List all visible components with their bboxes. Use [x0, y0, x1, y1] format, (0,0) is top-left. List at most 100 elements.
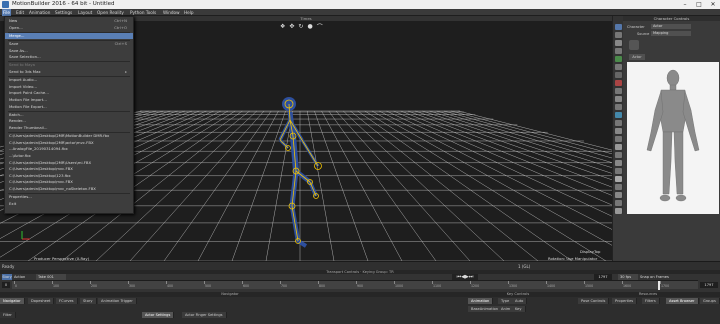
file-menu-item-label: C:\Users\admin\Desktop\123.fbx: [9, 172, 71, 178]
file-menu-item[interactable]: New Ctrl+N: [5, 18, 133, 24]
shortcut-label: Ctrl+S: [114, 41, 127, 46]
file-menu-item[interactable]: Save Selection...: [5, 54, 133, 60]
resources-tab[interactable]: Filters: [642, 298, 660, 304]
file-menu-item: Send to Maya: [5, 62, 133, 68]
file-menu-item[interactable]: C:\Users\admin\Desktop\2MR\Users\mi.FBX: [5, 160, 133, 166]
settings-tab[interactable]: Actor Settings: [142, 312, 175, 318]
key-controls-tab[interactable]: Type: [498, 298, 514, 304]
file-menu-item[interactable]: C:\Users\admin\Desktop\123.fbx: [5, 173, 133, 179]
file-menu-item[interactable]: C:\Users\admin\Desktop\mvc_noSkeleton.FB…: [5, 186, 133, 192]
character-tool-icon[interactable]: [615, 48, 622, 54]
file-menu-item[interactable]: Import Video...: [5, 84, 133, 90]
character-tool-icon[interactable]: [615, 144, 622, 150]
character-tool-icon[interactable]: [615, 80, 622, 86]
character-tool-icon[interactable]: [615, 112, 622, 118]
menu-help[interactable]: Help: [184, 9, 194, 16]
character-tool-icon[interactable]: [615, 88, 622, 94]
character-tool-icon[interactable]: [615, 56, 622, 62]
character-tool-icon[interactable]: [615, 32, 622, 38]
menu-layout[interactable]: Layout: [78, 9, 92, 16]
file-menu-item[interactable]: Properties...: [5, 194, 133, 200]
file-menu-item[interactable]: C:\Users\admin\Desktop\2MR\actor\mvc.FBX: [5, 140, 133, 146]
character-tool-icon[interactable]: [615, 184, 622, 190]
source-dropdown[interactable]: Mapping: [651, 31, 691, 36]
character-dropdown[interactable]: Actor: [651, 24, 691, 29]
file-menu-item[interactable]: Merge...: [5, 32, 133, 39]
character-tool-icon[interactable]: [615, 72, 622, 78]
character-tool-icon[interactable]: [615, 24, 622, 30]
navigator-tab[interactable]: Navigator: [0, 298, 25, 304]
file-menu-item[interactable]: ...AnalogFile_20190314094.fbx: [5, 146, 133, 152]
menu-file[interactable]: File: [2, 9, 12, 16]
file-menu-item[interactable]: Exit: [5, 201, 133, 207]
file-menu-item[interactable]: Open... Ctrl+O: [5, 25, 133, 31]
close-button[interactable]: ✕: [706, 0, 720, 9]
character-tool-icon[interactable]: [615, 168, 622, 174]
file-menu-item[interactable]: Render...: [5, 118, 133, 124]
resources-tab[interactable]: Pose Controls: [578, 298, 610, 304]
key-controls-tab[interactable]: Auto: [512, 298, 528, 304]
character-tool-icon[interactable]: [615, 208, 622, 214]
file-menu-item-label: C:\Users\admin\Desktop\mvc.FBX: [9, 179, 73, 185]
navigator-tab[interactable]: Animation Trigger: [98, 298, 137, 304]
timeline-tick-label: 1100: [433, 284, 442, 288]
story-mode-toggle[interactable]: Story: [2, 274, 12, 280]
menu-open-reality[interactable]: Open Reality: [97, 9, 124, 16]
end-frame-field[interactable]: 1797: [700, 282, 718, 288]
navigator-tab[interactable]: FCurves: [56, 298, 78, 304]
character-tool-icon[interactable]: [615, 200, 622, 206]
menu-settings[interactable]: Settings: [55, 9, 72, 16]
menu-edit[interactable]: Edit: [16, 9, 24, 16]
character-tool-icon[interactable]: [615, 120, 622, 126]
playhead[interactable]: [658, 281, 660, 290]
resources-tab[interactable]: Properties: [612, 298, 638, 304]
character-tool-icon[interactable]: [615, 96, 622, 102]
file-menu-item[interactable]: Import Audio...: [5, 77, 133, 83]
shortcut-label: Ctrl+O: [114, 24, 127, 30]
navigator-tab[interactable]: Story: [80, 298, 97, 304]
character-tool-icon[interactable]: [615, 192, 622, 198]
character-tool-icon[interactable]: [615, 104, 622, 110]
navigator-tab[interactable]: Dopesheet: [28, 298, 55, 304]
file-menu-item[interactable]: Send to 3ds Max ▸: [5, 69, 133, 75]
title-bar: MotionBuilder 2016 - 64 bit - Untitled –…: [0, 0, 720, 9]
maximize-button[interactable]: □: [692, 0, 706, 9]
timeline-ruler[interactable]: 0 100 200 300 400 500 600 700 800 900 1000 1100 1200…: [12, 280, 698, 290]
key-value-tab[interactable]: BaseAnimation: [468, 306, 503, 312]
menu-window[interactable]: Window: [163, 9, 180, 16]
resources-tab[interactable]: Groups: [700, 298, 720, 304]
menu-python-tools[interactable]: Python Tools: [130, 9, 156, 16]
resources-tab[interactable]: Asset Browser: [666, 298, 699, 304]
actor-preview[interactable]: [627, 62, 719, 214]
file-menu-item-label: C:\Users\admin\Desktop\2MR\actor\mvc.FBX: [9, 139, 94, 145]
file-menu-item[interactable]: C:\Users\admin\Desktop\2MR\MotionBuilder…: [5, 133, 133, 139]
character-tool-icon[interactable]: [615, 64, 622, 70]
character-tool-icon[interactable]: [615, 128, 622, 134]
key-controls-tab[interactable]: Animation: [468, 298, 494, 304]
start-frame-field[interactable]: 0: [2, 282, 10, 288]
settings-tab[interactable]: Actor Finger Settings: [182, 312, 227, 318]
file-menu-item[interactable]: Save Ctrl+S: [5, 41, 133, 47]
key-value-tab[interactable]: Key: [512, 306, 526, 312]
file-menu-item[interactable]: C:\Users\admin\Desktop\mvc.FBX: [5, 179, 133, 185]
file-menu-item[interactable]: Render Thumbnail...: [5, 125, 133, 131]
character-tool-icon[interactable]: [615, 152, 622, 158]
file-menu-item[interactable]: C:\Users\admin\Desktop\mvc.FBX: [5, 166, 133, 172]
tab-actor[interactable]: Actor: [629, 54, 645, 60]
character-tool-icon[interactable]: [615, 176, 622, 182]
character-tool-icon[interactable]: [615, 160, 622, 166]
file-menu-item[interactable]: Save As...: [5, 48, 133, 54]
file-menu-item[interactable]: Batch...: [5, 112, 133, 118]
character-tool-icon[interactable]: [615, 40, 622, 46]
minimize-button[interactable]: –: [678, 0, 692, 9]
file-menu-item[interactable]: ...\Actor.fbx: [5, 153, 133, 159]
timeline-tick-label: 1700: [661, 284, 670, 288]
character-icon[interactable]: [629, 40, 639, 50]
file-menu-item[interactable]: Motion File Import...: [5, 97, 133, 103]
character-tool-icon[interactable]: [615, 136, 622, 142]
file-menu-item[interactable]: Motion File Export...: [5, 104, 133, 110]
skeleton-figure[interactable]: [278, 97, 322, 248]
timeline-tick-label: 500: [205, 284, 212, 288]
file-menu-item[interactable]: Import Point Cache...: [5, 90, 133, 96]
menu-animation[interactable]: Animation: [29, 9, 50, 16]
